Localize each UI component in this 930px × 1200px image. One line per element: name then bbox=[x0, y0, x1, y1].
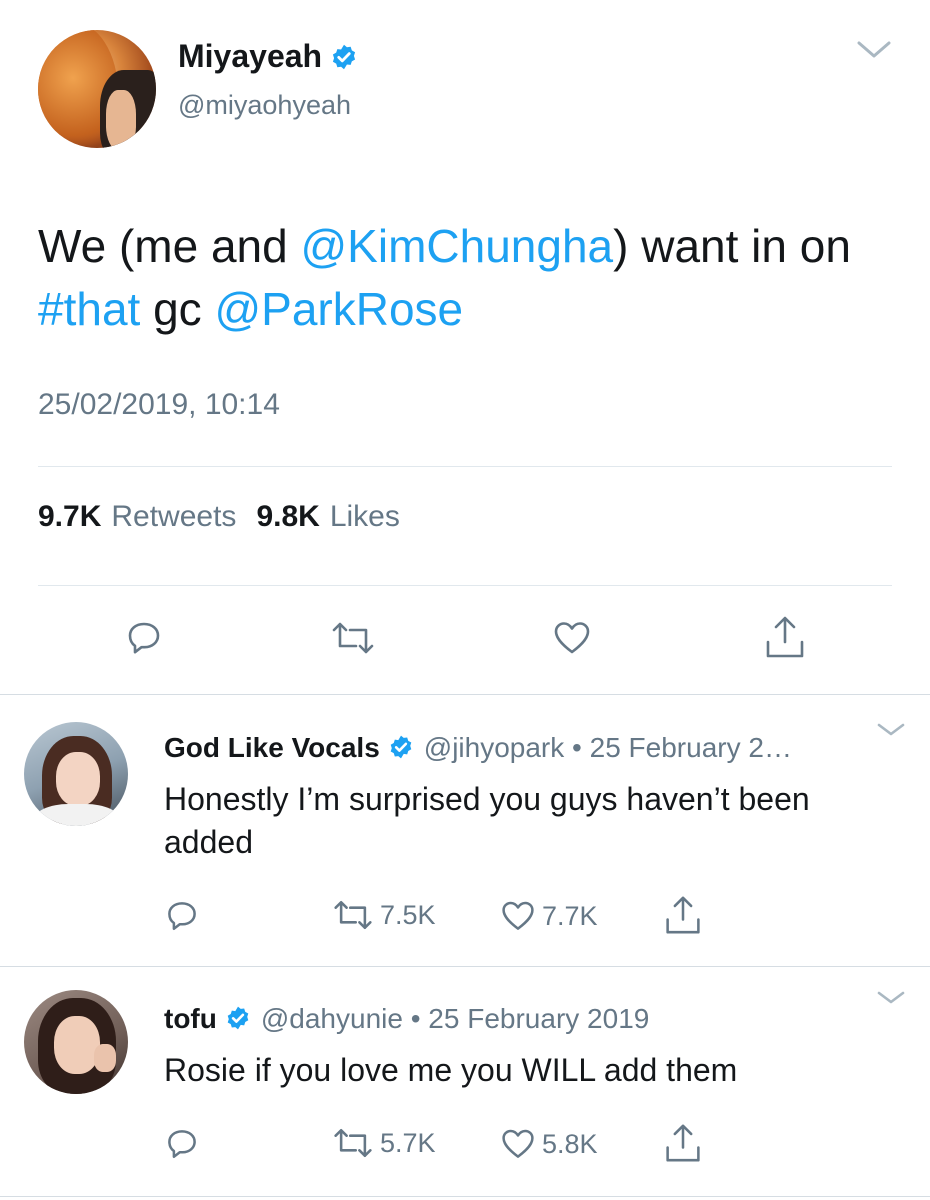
divider bbox=[0, 694, 930, 695]
verified-icon bbox=[225, 1005, 253, 1033]
author-name-row[interactable]: Miyayeah bbox=[178, 38, 358, 75]
share-button[interactable] bbox=[764, 614, 806, 660]
reply-meta[interactable]: @jihyopark • 25 February 2… bbox=[424, 732, 792, 764]
share-button[interactable] bbox=[664, 894, 702, 936]
retweets-count[interactable]: 9.7K bbox=[38, 500, 101, 534]
reply-icon bbox=[164, 898, 200, 934]
reply-icon bbox=[124, 618, 164, 658]
share-icon bbox=[664, 1122, 702, 1164]
reply-button[interactable] bbox=[124, 618, 164, 658]
author-handle[interactable]: @miyaohyeah bbox=[178, 90, 351, 121]
like-icon bbox=[552, 618, 592, 658]
like-button[interactable] bbox=[552, 618, 592, 658]
share-button[interactable] bbox=[664, 1122, 702, 1164]
retweet-count: 7.5K bbox=[380, 899, 436, 930]
likes-label[interactable]: Likes bbox=[330, 500, 400, 534]
tweet-actions bbox=[0, 616, 930, 668]
likes-count[interactable]: 9.8K bbox=[256, 500, 319, 534]
like-count: 7.7K bbox=[542, 900, 598, 931]
divider bbox=[38, 585, 892, 586]
author-avatar[interactable] bbox=[38, 30, 156, 148]
tweet-stats: 9.7K Retweets 9.8K Likes bbox=[38, 500, 410, 534]
divider bbox=[0, 966, 930, 967]
retweet-icon bbox=[330, 620, 376, 656]
reply-text: Honestly I’m surprised you guys haven’t … bbox=[164, 781, 810, 860]
mention-link[interactable]: @KimChungha bbox=[300, 220, 613, 272]
text-segment: ) want in on bbox=[613, 220, 851, 272]
chevron-down-icon[interactable] bbox=[876, 990, 906, 1006]
hashtag-link[interactable]: #that bbox=[38, 283, 140, 335]
reply-header: tofu @dahyunie • 25 February 2019 bbox=[164, 1003, 649, 1035]
retweet-button[interactable]: 7.5K bbox=[332, 898, 436, 932]
divider bbox=[38, 466, 892, 467]
like-button[interactable]: 7.7K bbox=[500, 898, 598, 934]
retweet-count: 5.7K bbox=[380, 1127, 436, 1158]
tweet-timestamp: 25/02/2019, 10:14 bbox=[38, 388, 280, 421]
like-icon bbox=[500, 898, 536, 934]
like-button[interactable]: 5.8K bbox=[500, 1126, 598, 1162]
like-icon bbox=[500, 1126, 536, 1162]
reply-button[interactable] bbox=[164, 898, 200, 934]
divider bbox=[0, 1196, 930, 1197]
reply-button[interactable] bbox=[164, 1126, 200, 1162]
tweet-text: We (me and @KimChungha) want in on #that… bbox=[38, 215, 898, 341]
share-icon bbox=[764, 614, 806, 660]
reply-header: God Like Vocals @jihyopark • 25 February… bbox=[164, 732, 792, 764]
mention-link[interactable]: @ParkRose bbox=[214, 283, 463, 335]
text-segment: gc bbox=[140, 283, 215, 335]
retweets-label[interactable]: Retweets bbox=[111, 500, 236, 534]
retweet-button[interactable] bbox=[330, 620, 376, 656]
reply-text: Rosie if you love me you WILL add them bbox=[164, 1052, 738, 1088]
chevron-down-icon[interactable] bbox=[876, 722, 906, 738]
reply-icon bbox=[164, 1126, 200, 1162]
reply-author-name[interactable]: God Like Vocals bbox=[164, 732, 380, 764]
reply-avatar[interactable] bbox=[24, 990, 128, 1094]
reply-meta[interactable]: @dahyunie • 25 February 2019 bbox=[261, 1003, 649, 1035]
chevron-down-icon[interactable] bbox=[856, 40, 892, 60]
retweet-icon bbox=[332, 1126, 374, 1160]
reply-avatar[interactable] bbox=[24, 722, 128, 826]
verified-icon bbox=[330, 43, 358, 71]
reply-author-name[interactable]: tofu bbox=[164, 1003, 217, 1035]
like-count: 5.8K bbox=[542, 1128, 598, 1159]
verified-icon bbox=[388, 734, 416, 762]
retweet-button[interactable]: 5.7K bbox=[332, 1126, 436, 1160]
text-segment: We (me and bbox=[38, 220, 301, 272]
author-name[interactable]: Miyayeah bbox=[178, 38, 322, 75]
retweet-icon bbox=[332, 898, 374, 932]
share-icon bbox=[664, 894, 702, 936]
